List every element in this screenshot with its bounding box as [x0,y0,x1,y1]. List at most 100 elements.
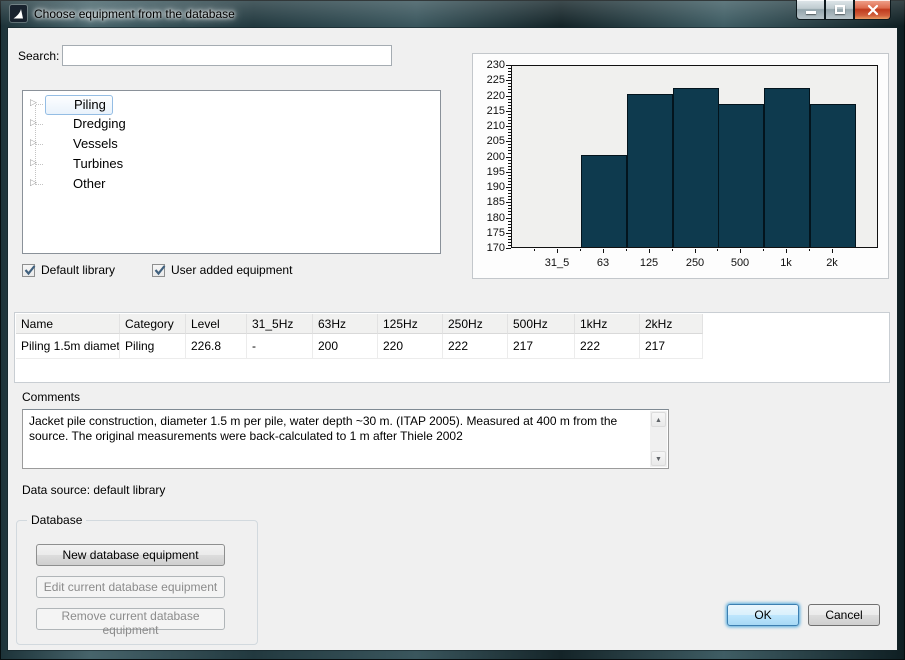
bar-500 [718,104,764,247]
y-axis-minor-tick [508,230,511,231]
user-added-equipment-checkbox[interactable]: User added equipment [152,263,292,277]
search-input[interactable] [62,45,392,66]
tree-item-turbines[interactable]: ▷ Turbines [23,154,440,174]
comments-scrollbar[interactable]: ▲ ▼ [650,411,667,467]
data-source-text: Data source: default library [22,483,166,497]
tree-item-dredging[interactable]: ▷ Dredging [23,114,440,134]
x-axis-major-tick [786,249,787,253]
ok-button[interactable]: OK [727,604,799,626]
new-database-equipment-button[interactable]: New database equipment [36,544,225,566]
tree-item-vessels[interactable]: ▷ Vessels [23,134,440,154]
table-cell[interactable]: 217 [640,334,703,359]
table-cell[interactable]: 222 [443,334,508,359]
y-axis-tick-label: 205 [486,135,505,147]
y-axis-minor-tick [508,114,511,115]
column-header-250hz[interactable]: 250Hz [443,314,508,334]
y-axis-minor-tick [508,163,511,164]
y-axis-major-tick [506,80,511,81]
dialog-window: Choose equipment from the database Searc… [0,0,905,660]
expand-icon[interactable]: ▷ [30,117,37,128]
checkbox-icon[interactable] [22,263,36,277]
column-header-125hz[interactable]: 125Hz [378,314,443,334]
database-buttons: New database equipment Edit current datab… [36,544,225,640]
y-axis-minor-tick [508,239,511,240]
maximize-button[interactable] [825,0,854,20]
scroll-down-icon[interactable]: ▼ [651,451,666,466]
y-axis-minor-tick [508,214,511,215]
y-axis-minor-tick [508,117,511,118]
y-axis-minor-tick [508,132,511,133]
edit-database-equipment-button[interactable]: Edit current database equipment [36,576,225,598]
tree-connector [36,184,43,185]
default-library-label: Default library [41,263,116,277]
bar-250 [673,88,719,247]
close-button[interactable] [854,0,891,20]
expand-icon[interactable]: ▷ [30,157,37,168]
column-header-name[interactable]: Name [16,314,120,334]
default-library-checkbox[interactable]: Default library [22,263,115,277]
column-header-63hz[interactable]: 63Hz [313,314,378,334]
equipment-tree[interactable]: ▷ Piling ▷ Dredging ▷ Vessels ▷ Turbines ▷ Other [22,90,441,254]
column-header-31_5hz[interactable]: 31_5Hz [247,314,313,334]
y-axis-minor-tick [508,242,511,243]
titlebar[interactable]: Choose equipment from the database [0,0,905,28]
y-axis-minor-tick [508,169,511,170]
y-axis-minor-tick [508,178,511,179]
tree-item-piling[interactable]: ▷ Piling [23,94,440,115]
checkmark-icon [24,264,36,275]
column-header-level[interactable]: Level [186,314,247,334]
y-axis-minor-tick [508,236,511,237]
column-header-2khz[interactable]: 2kHz [640,314,703,334]
expand-icon[interactable]: ▷ [30,137,37,148]
checkbox-icon[interactable] [152,263,166,277]
y-axis-major-tick [506,157,511,158]
y-axis-minor-tick [508,190,511,191]
x-axis-tick-label: 2k [826,257,838,269]
y-axis-major-tick [506,233,511,234]
y-axis-tick-label: 190 [486,181,505,193]
y-axis-minor-tick [508,175,511,176]
y-axis-minor-tick [508,184,511,185]
column-header-500hz[interactable]: 500Hz [508,314,575,334]
x-axis-tick-label: 250 [685,257,705,269]
minimize-button[interactable] [796,0,825,20]
remove-database-equipment-button[interactable]: Remove current database equipment [36,608,225,637]
expand-icon[interactable]: ▷ [30,177,37,188]
table-cell[interactable]: 220 [378,334,443,359]
y-axis-tick-label: 220 [486,90,505,102]
table-cell[interactable]: 217 [508,334,575,359]
y-axis-minor-tick [508,211,511,212]
column-header-1khz[interactable]: 1kHz [575,314,640,334]
x-axis-major-tick [832,249,833,253]
table-cell[interactable]: - [247,334,313,359]
y-axis-minor-tick [508,208,511,209]
tree-item-other[interactable]: ▷ Other [23,174,440,194]
table-cell[interactable]: Piling 1.5m diameter [16,334,120,359]
tree-item-label[interactable]: Turbines [67,155,129,173]
column-header-category[interactable]: Category [120,314,186,334]
bar-2k [810,104,856,247]
x-axis-major-tick [649,249,650,253]
x-axis-minor-tick [809,249,810,251]
table-cell[interactable]: 226.8 [186,334,247,359]
y-axis-minor-tick [508,181,511,182]
y-axis-tick-label: 180 [486,212,505,224]
close-icon [867,4,879,16]
tree-item-label[interactable]: Dredging [67,115,132,133]
tree-connector [36,144,43,145]
tree-item-label[interactable]: Vessels [67,135,124,153]
comments-field[interactable]: Jacket pile construction, diameter 1.5 m… [22,409,669,469]
tree-item-label[interactable]: Other [67,175,112,193]
y-axis-minor-tick [508,77,511,78]
y-axis-minor-tick [508,245,511,246]
table-cell[interactable]: Piling [120,334,186,359]
cancel-button[interactable]: Cancel [808,604,880,626]
expand-icon[interactable]: ▷ [30,97,37,108]
table-cell[interactable]: 200 [313,334,378,359]
equipment-table[interactable]: Name Category Level 31_5Hz 63Hz 125Hz 250Hz 500… [14,312,890,383]
database-group: Database New database equipment Edit curr… [16,513,258,645]
comments-label: Comments [22,390,81,404]
table-cell[interactable]: 222 [575,334,640,359]
tree-item-label[interactable]: Piling [45,95,113,115]
scroll-up-icon[interactable]: ▲ [651,412,666,427]
